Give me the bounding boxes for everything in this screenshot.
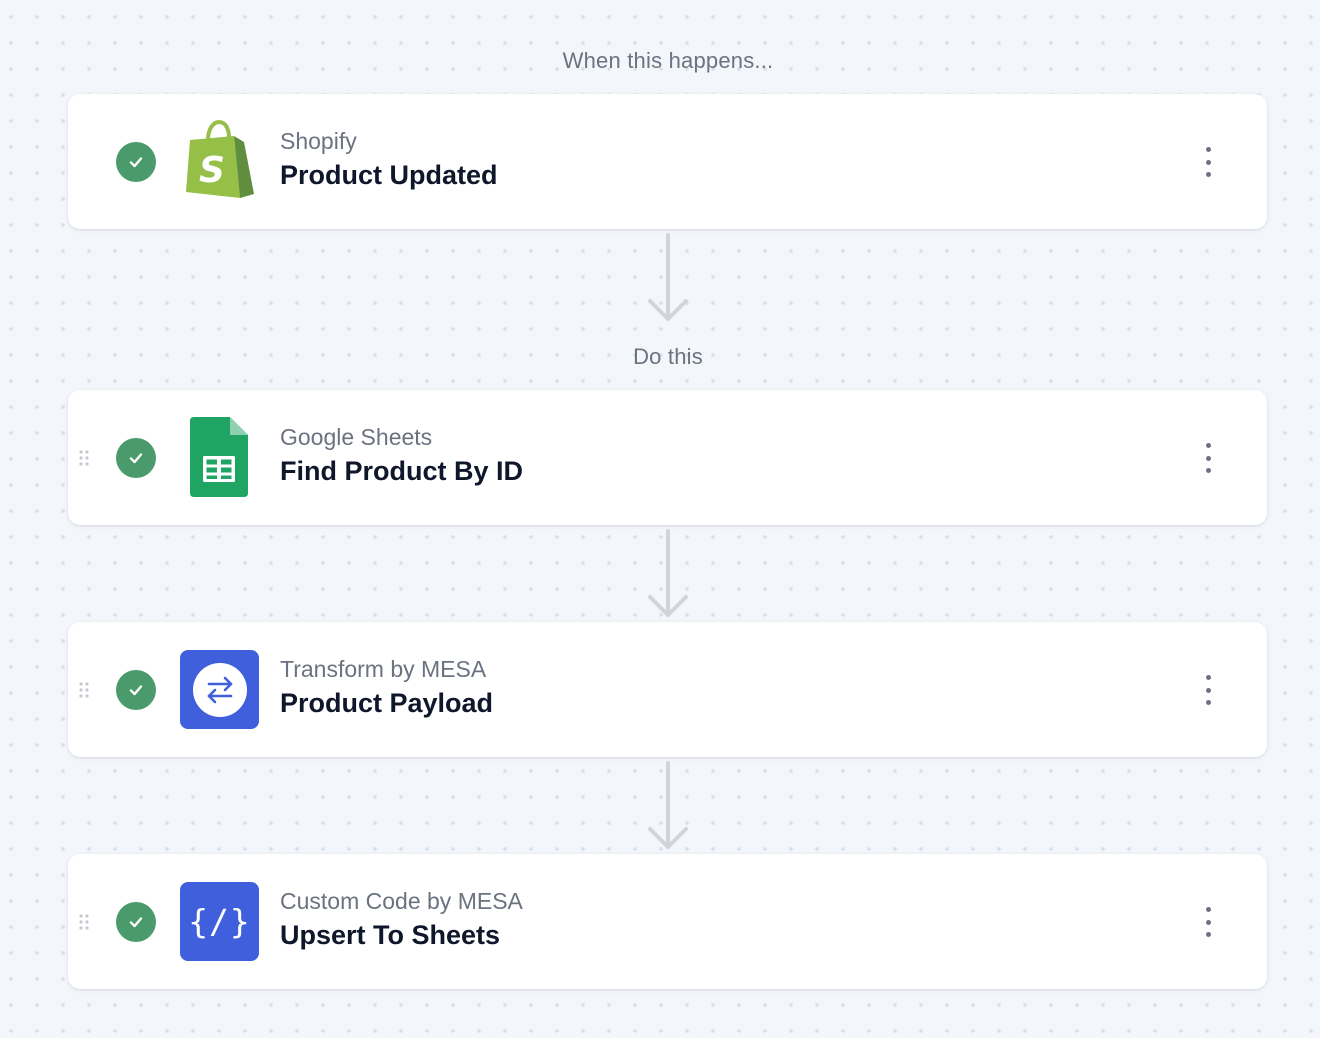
- step-title: Upsert To Sheets: [280, 920, 501, 950]
- drag-handle-icon[interactable]: [78, 681, 90, 699]
- app-name: Shopify: [280, 128, 357, 154]
- app-name: Transform by MESA: [280, 656, 487, 682]
- google-sheets-icon: [180, 417, 260, 497]
- more-options-icon[interactable]: [1196, 675, 1220, 705]
- trigger-heading: When this happens...: [562, 48, 774, 73]
- code-braces-icon: {/}: [180, 882, 259, 961]
- more-options-icon[interactable]: [1196, 147, 1220, 177]
- check-icon: [116, 902, 156, 942]
- more-options-icon[interactable]: [1196, 907, 1220, 937]
- transform-arrows-icon: [180, 650, 259, 729]
- action-step-card[interactable]: Transform by MESA Product Payload: [68, 622, 1267, 757]
- app-name: Custom Code by MESA: [280, 888, 523, 914]
- step-title: Product Updated: [280, 160, 498, 190]
- trigger-step-card[interactable]: S Shopify Product Updated: [68, 94, 1267, 229]
- drag-handle-icon[interactable]: [78, 913, 90, 931]
- shopify-bag-icon: S: [180, 120, 260, 201]
- action-step-card[interactable]: Google Sheets Find Product By ID: [68, 390, 1267, 525]
- connector-arrow-icon: [648, 529, 688, 617]
- app-name: Google Sheets: [280, 424, 433, 450]
- check-icon: [116, 142, 156, 182]
- check-icon: [116, 670, 156, 710]
- step-title: Find Product By ID: [280, 456, 523, 486]
- actions-heading: Do this: [633, 344, 703, 369]
- step-title: Product Payload: [280, 688, 494, 718]
- svg-text:S: S: [199, 150, 225, 191]
- action-step-card[interactable]: {/} Custom Code by MESA Upsert To Sheets: [68, 854, 1267, 989]
- connector-arrow-icon: [648, 233, 688, 321]
- more-options-icon[interactable]: [1196, 443, 1220, 473]
- connector-arrow-icon: [648, 761, 688, 849]
- drag-handle-icon[interactable]: [78, 449, 90, 467]
- check-icon: [116, 438, 156, 478]
